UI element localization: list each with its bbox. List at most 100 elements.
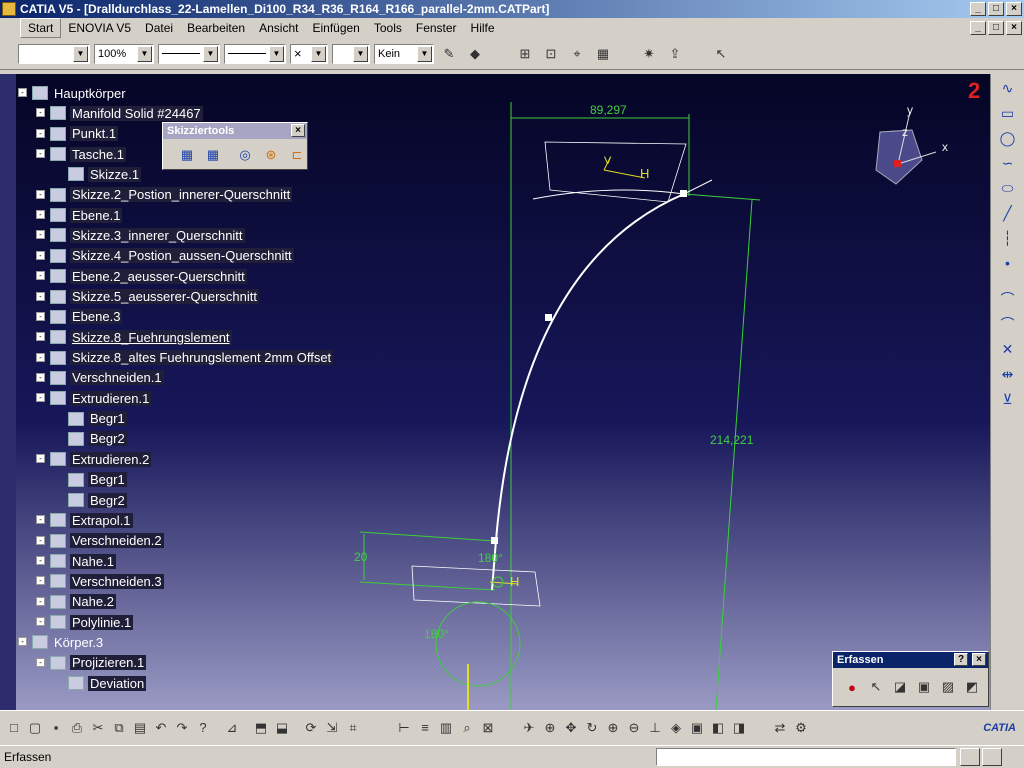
tree-node[interactable]: Skizze.5_aeusserer-Querschnitt: [50, 288, 259, 306]
tree-scrollbar[interactable]: [0, 74, 16, 710]
record-icon[interactable]: ●: [841, 676, 863, 698]
tree-node[interactable]: Nahe.1: [50, 552, 116, 570]
skizziertools-title[interactable]: Skizziertools ×: [163, 123, 307, 139]
dimensional-constraint-icon[interactable]: ⊏: [287, 144, 307, 166]
tree-node[interactable]: Begr2: [68, 491, 127, 509]
measure-icon[interactable]: ⌗: [343, 717, 363, 739]
doc-maximize-button[interactable]: □: [988, 21, 1004, 35]
tree-node[interactable]: Skizze.2_Postion_innerer-Querschnitt: [50, 186, 293, 204]
tree-expand-toggle[interactable]: -: [36, 230, 45, 240]
undo-icon[interactable]: ↶: [151, 717, 171, 739]
hierarchy-icon[interactable]: ≡: [415, 717, 435, 739]
iso-view-icon[interactable]: ◈: [666, 717, 686, 739]
new-file-icon[interactable]: □: [4, 717, 24, 739]
menu-bearbeiten[interactable]: Bearbeiten: [180, 19, 252, 37]
grid-icon[interactable]: ▦: [592, 43, 614, 65]
chamfer-icon[interactable]: ⌒: [995, 313, 1021, 335]
tree-node[interactable]: Skizze.8_altes Fuehrungslement 2mm Offse…: [50, 349, 334, 367]
erfassen-title[interactable]: Erfassen ? ×: [833, 652, 988, 668]
image-icon[interactable]: ▨: [937, 676, 959, 698]
tree-node[interactable]: Körper.3: [32, 633, 105, 651]
star-icon[interactable]: ✷: [638, 43, 660, 65]
transform-icon[interactable]: ⇲: [322, 717, 342, 739]
erfassen-close-button[interactable]: ×: [972, 653, 986, 666]
tree-node[interactable]: Deviation: [68, 674, 147, 692]
tree-expand-toggle[interactable]: -: [36, 210, 45, 220]
compass-cube[interactable]: [875, 129, 923, 185]
tree-expand-toggle[interactable]: -: [36, 556, 45, 566]
status-button-2[interactable]: [982, 748, 1002, 766]
tree-node[interactable]: Ebene.3: [50, 308, 123, 326]
tree-expand-toggle[interactable]: -: [36, 352, 45, 362]
erfassen-panel[interactable]: Erfassen ? × ● ↖ ◪ ▣ ▨ ◩: [832, 651, 989, 707]
hide-show-icon[interactable]: ◧: [708, 717, 728, 739]
swap-icon[interactable]: ◨: [729, 717, 749, 739]
pad-icon[interactable]: ⬒: [251, 717, 271, 739]
line-icon[interactable]: ╱: [995, 202, 1021, 224]
copy-icon[interactable]: ⧉: [109, 717, 129, 739]
menu-tools[interactable]: Tools: [367, 19, 409, 37]
tree-node[interactable]: Ebene.2_aeusser-Querschnitt: [50, 267, 247, 285]
catalog-icon[interactable]: ▥: [436, 717, 456, 739]
tree-node[interactable]: Extrudieren.1: [50, 389, 152, 407]
pan-icon[interactable]: ✥: [561, 717, 581, 739]
fly-icon[interactable]: ✈: [519, 717, 539, 739]
open-file-icon[interactable]: ▢: [25, 717, 45, 739]
profile-icon[interactable]: ∿: [995, 77, 1021, 99]
menu-fenster[interactable]: Fenster: [409, 19, 464, 37]
skizziertools-panel[interactable]: Skizziertools × ▦ ▦ ◎ ⊛ ⊏: [162, 122, 308, 170]
skizziertools-close-button[interactable]: ×: [291, 124, 305, 137]
doc-close-button[interactable]: ×: [1006, 21, 1022, 35]
settings-icon[interactable]: ⚙: [791, 717, 811, 739]
trim-icon[interactable]: ✕: [995, 338, 1021, 360]
tree-node[interactable]: Begr1: [68, 410, 127, 428]
minimize-button[interactable]: _: [970, 2, 986, 16]
menu-hilfe[interactable]: Hilfe: [464, 19, 502, 37]
linewidth-combo[interactable]: ▼: [158, 43, 220, 64]
analysis-icon[interactable]: ⊠: [478, 717, 498, 739]
tree-node[interactable]: Begr1: [68, 471, 127, 489]
power-input-field[interactable]: [656, 748, 956, 766]
tree-node[interactable]: Punkt.1: [50, 125, 119, 143]
linetype-combo[interactable]: ▼: [224, 43, 286, 64]
construction-icon[interactable]: ◎: [235, 144, 255, 166]
layer-combo[interactable]: Kein ▼: [374, 43, 434, 64]
guide-curve[interactable]: [491, 193, 685, 591]
tree-node[interactable]: Verschneiden.2: [50, 532, 164, 550]
select-arrow-icon[interactable]: ↖: [710, 43, 732, 65]
properties-icon[interactable]: ◆: [464, 43, 486, 65]
redo-icon[interactable]: ↷: [172, 717, 192, 739]
tree-node[interactable]: Skizze.8_Fuehrungslement: [50, 328, 232, 346]
tree-expand-toggle[interactable]: -: [36, 393, 45, 403]
point-combo[interactable]: × ▼: [290, 43, 328, 64]
tree-node[interactable]: Skizze.1: [68, 165, 142, 183]
geometric-constraint-icon[interactable]: ⊛: [261, 144, 281, 166]
doc-minimize-button[interactable]: _: [970, 21, 986, 35]
tree-node[interactable]: Ebene.1: [50, 206, 123, 224]
tree-expand-toggle[interactable]: -: [36, 515, 45, 525]
tree-node[interactable]: Extrapol.1: [50, 511, 133, 529]
menu-start[interactable]: Start: [20, 18, 62, 38]
tree-expand-toggle[interactable]: -: [36, 108, 45, 118]
view-mode-icon[interactable]: ▣: [687, 717, 707, 739]
transparency-combo[interactable]: 100% ▼: [94, 43, 154, 64]
capture-icon[interactable]: ◪: [889, 676, 911, 698]
fit-all-icon[interactable]: ⊕: [540, 717, 560, 739]
painter-icon[interactable]: ✎: [438, 43, 460, 65]
erfassen-help-button[interactable]: ?: [954, 653, 968, 666]
curve-point-mid[interactable]: [545, 314, 552, 321]
corner-icon[interactable]: ⌒: [995, 288, 1021, 310]
specification-tree[interactable]: Hauptkörper - Manifold Solid #24467- Punkt.…: [16, 76, 376, 706]
menu-einfuegen[interactable]: Einfügen: [305, 19, 366, 37]
export-icon[interactable]: ⇪: [664, 43, 686, 65]
tree-icon[interactable]: ⊢: [394, 717, 414, 739]
tree-expand-toggle[interactable]: -: [36, 189, 45, 199]
select-icon[interactable]: ↖: [865, 676, 887, 698]
menu-ansicht[interactable]: Ansicht: [252, 19, 305, 37]
tree-node[interactable]: Skizze.4_Postion_aussen-Querschnitt: [50, 247, 294, 265]
curve-point-low[interactable]: [491, 537, 498, 544]
tree-expand-toggle[interactable]: -: [18, 637, 27, 647]
maximize-button[interactable]: □: [988, 2, 1004, 16]
tree-expand-toggle[interactable]: -: [36, 372, 45, 382]
exchange-icon[interactable]: ⇄: [770, 717, 790, 739]
